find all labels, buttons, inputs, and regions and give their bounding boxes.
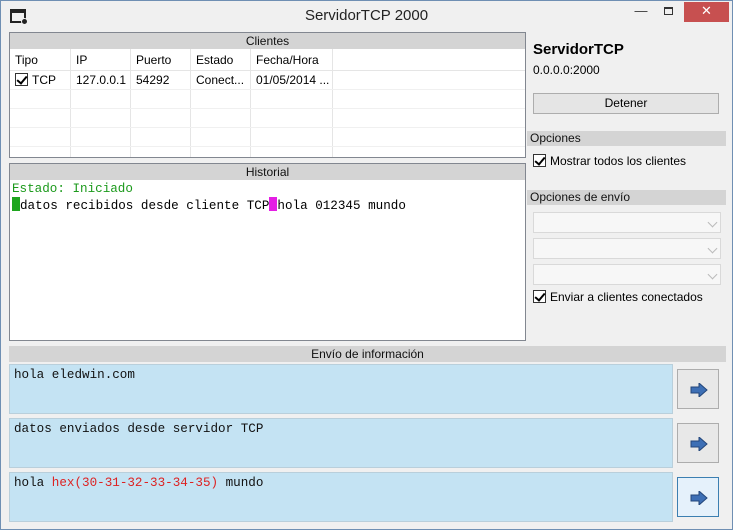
historial-header: Historial xyxy=(10,164,525,180)
msg3-prefix: hola xyxy=(14,476,52,490)
send-connected-checkbox[interactable] xyxy=(533,290,546,303)
table-row-empty xyxy=(10,109,525,128)
msg3-hex: hex(30-31-32-33-34-35) xyxy=(51,476,219,490)
log-estado-line: Estado: Iniciado xyxy=(12,182,133,196)
maximize-button[interactable] xyxy=(655,2,681,22)
chevron-down-icon xyxy=(707,243,718,254)
clients-panel: Clientes Tipo IP Puerto Estado Fecha/Hor… xyxy=(9,32,526,158)
send-option-combo-3[interactable] xyxy=(533,264,721,285)
send-option-combo-2[interactable] xyxy=(533,238,721,259)
col-fecha-hora[interactable]: Fecha/Hora xyxy=(251,49,333,70)
table-row-empty xyxy=(10,128,525,147)
send-option-combo-1[interactable] xyxy=(533,212,721,233)
historial-log: Estado: Iniciado datos recibidos desde c… xyxy=(12,181,406,214)
table-row-empty xyxy=(10,147,525,157)
server-address: 0.0.0.0:2000 xyxy=(533,63,600,77)
col-ip[interactable]: IP xyxy=(71,49,131,70)
send-connected-option[interactable]: Enviar a clientes conectados xyxy=(533,290,703,304)
send-input-2[interactable]: datos enviados desde servidor TCP xyxy=(9,418,673,468)
client-puerto: 54292 xyxy=(131,71,191,89)
table-row-empty xyxy=(10,90,525,109)
incoming-marker-icon xyxy=(12,197,20,211)
minimize-button[interactable]: — xyxy=(628,2,654,22)
send-row-2: datos enviados desde servidor TCP xyxy=(9,418,726,470)
clients-table: Tipo IP Puerto Estado Fecha/Hora TCP 127… xyxy=(10,49,525,157)
arrow-right-icon xyxy=(690,437,708,451)
arrow-right-icon xyxy=(690,383,708,397)
send-row-1: hola eledwin.com xyxy=(9,364,726,416)
main-window: ServidorTCP 2000 — ✕ Clientes Tipo IP Pu… xyxy=(0,0,733,530)
window-title: ServidorTCP 2000 xyxy=(304,7,429,24)
chevron-down-icon xyxy=(707,217,718,228)
log-received-source: datos recibidos desde cliente TCP xyxy=(20,199,270,213)
historial-panel[interactable]: Historial Estado: Iniciado datos recibid… xyxy=(9,163,526,341)
clients-header: Clientes xyxy=(10,33,525,49)
server-title: ServidorTCP xyxy=(533,41,624,58)
close-button[interactable]: ✕ xyxy=(684,2,729,22)
opciones-header: Opciones xyxy=(527,131,726,146)
send-button-3[interactable] xyxy=(677,477,719,517)
minimize-icon: — xyxy=(634,3,648,18)
send-button-1[interactable] xyxy=(677,369,719,409)
send-button-2[interactable] xyxy=(677,423,719,463)
client-estado: Conect... xyxy=(191,71,251,89)
send-input-3[interactable]: hola hex(30-31-32-33-34-35) mundo xyxy=(9,472,673,522)
client-checkbox[interactable] xyxy=(15,73,28,86)
table-header-row: Tipo IP Puerto Estado Fecha/Hora xyxy=(10,49,525,71)
show-all-clients-option[interactable]: Mostrar todos los clientes xyxy=(533,154,686,168)
stop-button[interactable]: Detener xyxy=(533,93,719,114)
arrow-right-icon xyxy=(690,491,708,505)
envio-header: Envío de información xyxy=(9,346,726,362)
log-received-data: hola 012345 mundo xyxy=(277,199,406,213)
send-connected-label: Enviar a clientes conectados xyxy=(550,290,703,304)
send-input-1[interactable]: hola eledwin.com xyxy=(9,364,673,414)
maximize-icon xyxy=(663,7,673,15)
close-icon: ✕ xyxy=(701,3,712,18)
chevron-down-icon xyxy=(707,269,718,280)
msg3-suffix: mundo xyxy=(218,476,264,490)
log-received-line: datos recibidos desde cliente TCP hola 01… xyxy=(12,197,406,214)
client-fecha: 01/05/2014 ... xyxy=(251,71,333,89)
client-tipo: TCP xyxy=(32,73,56,87)
opciones-envio-header: Opciones de envío xyxy=(527,190,726,205)
col-estado[interactable]: Estado xyxy=(191,49,251,70)
client-ip: 127.0.0.1 xyxy=(71,71,131,89)
col-tipo[interactable]: Tipo xyxy=(10,49,71,70)
show-all-label: Mostrar todos los clientes xyxy=(550,154,687,168)
send-row-3: hola hex(30-31-32-33-34-35) mundo xyxy=(9,472,726,524)
table-row[interactable]: TCP 127.0.0.1 54292 Conect... 01/05/2014… xyxy=(10,71,525,90)
title-bar: ServidorTCP 2000 — ✕ xyxy=(1,1,732,31)
show-all-checkbox[interactable] xyxy=(533,154,546,167)
col-puerto[interactable]: Puerto xyxy=(131,49,191,70)
